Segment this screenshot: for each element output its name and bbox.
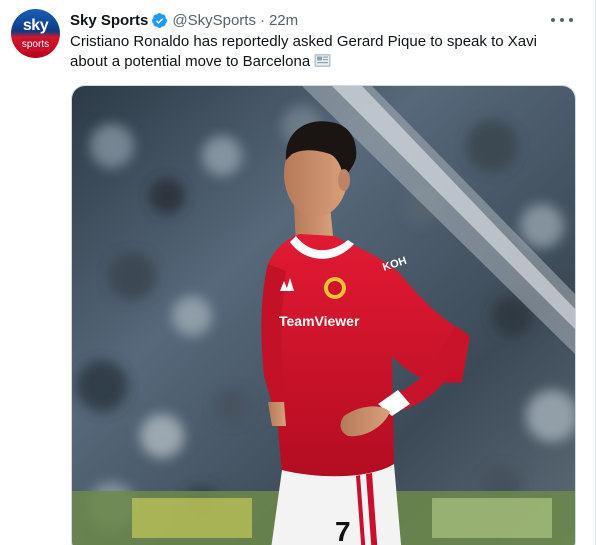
tweet-header: Sky Sports @SkySports · 22m [70, 10, 298, 30]
ronaldo-photo-illustration: TeamViewer KOH 7 [72, 86, 575, 545]
dot-1 [551, 18, 555, 22]
verified-badge-icon [152, 12, 168, 28]
separator-dot: · [259, 11, 265, 29]
author-name[interactable]: Sky Sports [70, 12, 148, 29]
tweet[interactable]: sky sports Sky Sports @SkySports · 22m C… [0, 0, 596, 545]
tweet-text-container: Cristiano Ronaldo has reportedly asked G… [70, 32, 570, 72]
avatar-logo-sky: sky [22, 17, 49, 34]
shirt-sponsor: TeamViewer [279, 313, 360, 329]
tweet-photo[interactable]: TeamViewer KOH 7 [71, 85, 576, 545]
tweet-text: Cristiano Ronaldo has reportedly asked G… [70, 33, 537, 70]
avatar[interactable]: sky sports [11, 9, 60, 58]
avatar-logo-sports: sports [20, 38, 51, 51]
newspaper-emoji-icon [314, 54, 331, 67]
dot-2 [560, 18, 564, 22]
tweet-time[interactable]: 22m [269, 12, 298, 29]
author-handle[interactable]: @SkySports [172, 12, 256, 29]
dot-3 [569, 18, 573, 22]
more-dots-icon[interactable] [551, 12, 573, 28]
shirt-number: 7 [335, 516, 351, 545]
